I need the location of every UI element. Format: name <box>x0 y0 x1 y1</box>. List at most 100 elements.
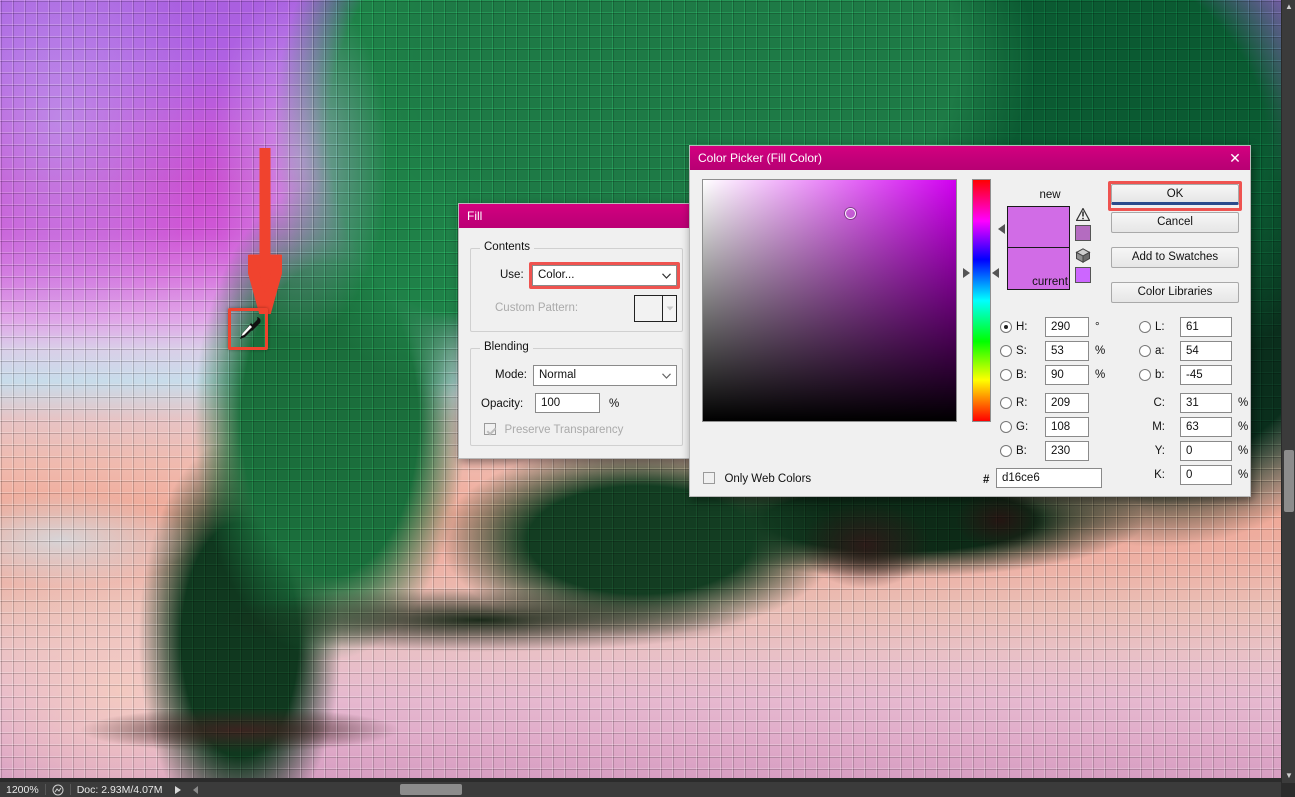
hue-marker-left[interactable] <box>963 268 970 278</box>
input-y[interactable]: 0 <box>1180 441 1232 461</box>
input-b2[interactable]: 230 <box>1045 441 1089 461</box>
current-color-label: current <box>1032 276 1068 288</box>
unit-m: % <box>1238 421 1249 433</box>
color-field-cursor[interactable] <box>845 208 856 219</box>
radio-b[interactable] <box>1000 369 1012 381</box>
radio-g[interactable] <box>1000 421 1012 433</box>
websafe-warning-cube-icon[interactable] <box>1075 248 1091 263</box>
label-l: L: <box>1155 321 1165 333</box>
scroll-down-arrow-icon[interactable]: ▼ <box>1282 769 1295 783</box>
opacity-input[interactable]: 100 <box>535 393 600 413</box>
unit-k: % <box>1238 469 1249 481</box>
new-color-swatch <box>1007 206 1070 248</box>
new-color-label: new <box>1039 189 1061 201</box>
add-to-swatches-button[interactable]: Add to Swatches <box>1111 247 1239 268</box>
status-menu-arrow[interactable] <box>169 782 187 797</box>
input-l[interactable]: 61 <box>1180 317 1232 337</box>
custom-pattern-dropdown-arrow[interactable] <box>662 296 676 321</box>
saturation-brightness-field[interactable] <box>702 179 957 422</box>
radio-b2[interactable] <box>1000 445 1012 457</box>
label-h: H: <box>1016 321 1028 333</box>
gamut-alt-swatch[interactable] <box>1075 225 1091 241</box>
preserve-transparency-checkbox[interactable] <box>484 423 496 435</box>
use-select[interactable]: Color... <box>532 265 677 286</box>
preview-marker <box>998 224 1005 234</box>
fill-dialog-titlebar[interactable]: Fill <box>459 204 692 228</box>
label-g: G: <box>1016 421 1029 433</box>
custom-pattern-picker[interactable] <box>634 295 677 322</box>
color-picker-dialog: Color Picker (Fill Color) ✕ Only Web Col… <box>689 145 1251 497</box>
preserve-transparency-row[interactable]: Preserve Transparency <box>484 420 623 438</box>
custom-pattern-swatch <box>635 296 662 321</box>
radio-l[interactable] <box>1139 321 1151 333</box>
color-libraries-button[interactable]: Color Libraries <box>1111 282 1239 303</box>
close-icon[interactable]: ✕ <box>1224 148 1246 168</box>
input-a[interactable]: 54 <box>1180 341 1232 361</box>
input-k[interactable]: 0 <box>1180 465 1232 485</box>
hue-slider[interactable] <box>972 179 991 422</box>
vertical-scrollbar[interactable]: ▲ ▼ <box>1281 0 1295 783</box>
eyedropper-icon <box>240 317 261 339</box>
fill-dialog-title: Fill <box>467 209 483 223</box>
input-s[interactable]: 53 <box>1045 341 1089 361</box>
preserve-transparency-label: Preserve Transparency <box>504 424 624 436</box>
ok-button[interactable]: OK <box>1111 184 1239 205</box>
input-m[interactable]: 63 <box>1180 417 1232 437</box>
out-of-gamut-warning-icon[interactable] <box>1076 208 1090 221</box>
label-y: Y: <box>1154 445 1165 457</box>
websafe-alt-swatch[interactable] <box>1075 267 1091 283</box>
chevron-down-icon <box>662 372 671 379</box>
only-web-colors-checkbox[interactable] <box>703 472 715 484</box>
label-b: b: <box>1155 369 1165 381</box>
only-web-colors-label: Only Web Colors <box>724 473 812 485</box>
triangle-left-icon <box>192 785 198 794</box>
hex-symbol: # <box>983 474 990 486</box>
label-b: B: <box>1016 369 1027 381</box>
horizontal-scrollbar-thumb[interactable] <box>400 784 462 795</box>
color-picker-titlebar[interactable]: Color Picker (Fill Color) ✕ <box>690 146 1250 170</box>
input-b[interactable]: 90 <box>1045 365 1089 385</box>
status-back-arrow[interactable] <box>187 782 204 797</box>
radio-h[interactable] <box>1000 321 1012 333</box>
document-thumb-icon <box>52 784 64 795</box>
chevron-down-icon <box>666 306 673 311</box>
label-a: a: <box>1155 345 1165 357</box>
mode-select[interactable]: Normal <box>533 365 677 386</box>
photoshop-window: Fill Contents Use: Color... Custom Patte… <box>0 0 1295 797</box>
label-k: K: <box>1154 469 1165 481</box>
custom-pattern-label: Custom Pattern: <box>495 302 579 314</box>
color-picker-title: Color Picker (Fill Color) <box>698 151 823 165</box>
opacity-label: Opacity: <box>481 398 524 410</box>
vertical-scrollbar-thumb[interactable] <box>1284 450 1294 512</box>
input-h[interactable]: 290 <box>1045 317 1089 337</box>
scroll-up-arrow-icon[interactable]: ▲ <box>1282 0 1295 14</box>
input-c[interactable]: 31 <box>1180 393 1232 413</box>
input-b[interactable]: -45 <box>1180 365 1232 385</box>
blending-legend: Blending <box>480 341 533 353</box>
radio-a[interactable] <box>1139 345 1151 357</box>
mode-label: Mode: <box>495 369 527 381</box>
opacity-unit: % <box>609 398 620 410</box>
unit-y: % <box>1238 445 1249 457</box>
radio-b[interactable] <box>1139 369 1151 381</box>
only-web-colors-row[interactable]: Only Web Colors <box>703 469 811 487</box>
radio-r[interactable] <box>1000 397 1012 409</box>
input-g[interactable]: 108 <box>1045 417 1089 437</box>
label-m: M: <box>1152 421 1165 433</box>
radio-s[interactable] <box>1000 345 1012 357</box>
unit-c: % <box>1238 397 1249 409</box>
mode-select-value: Normal <box>539 369 577 381</box>
brightness-gradient <box>703 180 956 421</box>
triangle-right-icon <box>174 785 181 794</box>
zoom-level[interactable]: 1200% <box>0 782 45 797</box>
status-bar: 1200% Doc: 2.93M/4.07M <box>0 782 260 797</box>
fill-dialog: Fill Contents Use: Color... Custom Patte… <box>458 203 693 459</box>
hue-marker-right[interactable] <box>992 268 999 278</box>
input-r[interactable]: 209 <box>1045 393 1089 413</box>
label-s: S: <box>1016 345 1027 357</box>
cancel-button[interactable]: Cancel <box>1111 212 1239 233</box>
use-label: Use: <box>500 269 524 281</box>
hex-input[interactable]: d16ce6 <box>996 468 1102 488</box>
label-r: R: <box>1016 397 1028 409</box>
preview-icon[interactable] <box>46 782 70 797</box>
